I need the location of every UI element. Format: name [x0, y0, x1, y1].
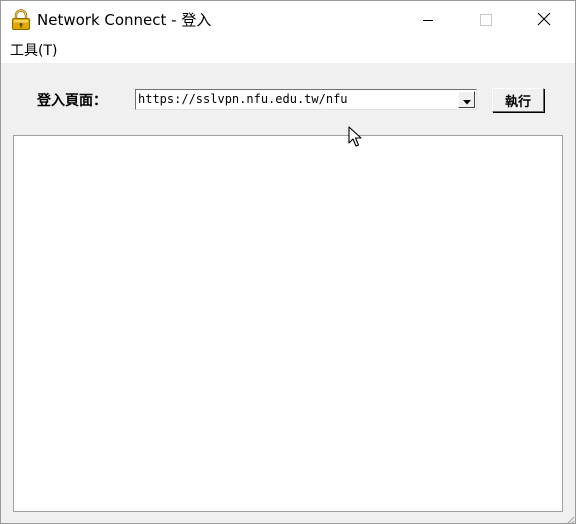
login-page-label: 登入頁面：: [37, 93, 107, 109]
resize-grip-icon[interactable]: [563, 511, 575, 523]
padlock-icon: [10, 9, 32, 31]
login-url-input[interactable]: [138, 91, 454, 108]
maximize-button[interactable]: [457, 1, 515, 39]
chevron-down-icon: [462, 90, 471, 109]
run-button[interactable]: 執行: [492, 88, 544, 112]
minimize-icon: [422, 11, 434, 30]
dropdown-button[interactable]: [458, 91, 475, 108]
close-button[interactable]: [515, 1, 573, 39]
mouse-pointer-icon: [348, 126, 362, 148]
login-url-combobox[interactable]: [135, 89, 477, 110]
close-icon: [537, 11, 551, 30]
network-connect-window: Network Connect - 登入 工具(T) 登入頁面： https:/…: [0, 0, 576, 524]
maximize-icon: [480, 11, 492, 30]
minimize-button[interactable]: [399, 1, 457, 39]
browser-content-pane[interactable]: [13, 135, 563, 512]
menu-tools[interactable]: 工具(T): [10, 42, 57, 60]
menu-bar: 工具(T): [1, 39, 575, 63]
window-title: Network Connect - 登入: [37, 11, 212, 29]
title-bar[interactable]: Network Connect - 登入: [1, 1, 575, 39]
